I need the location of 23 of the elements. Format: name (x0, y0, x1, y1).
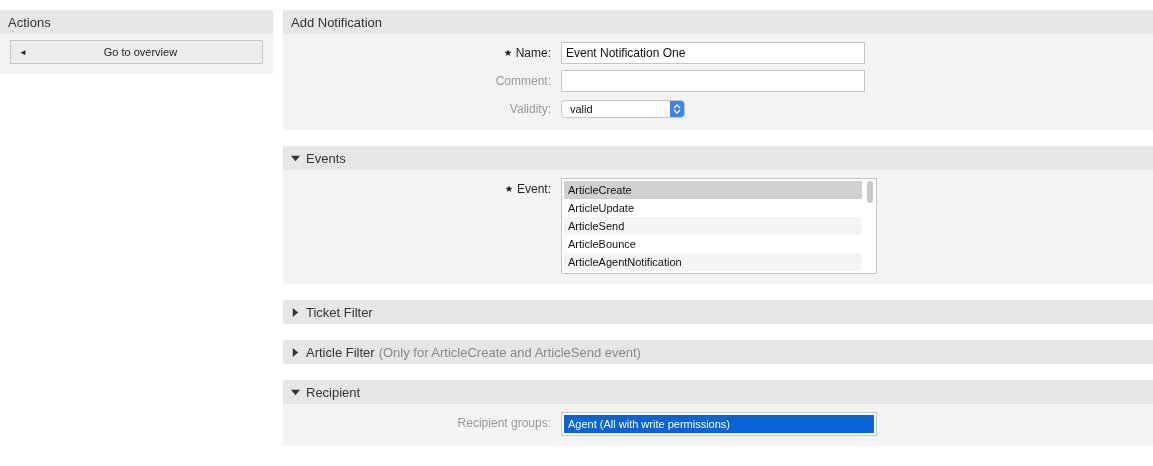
text-field[interactable]: Event Notification One (561, 42, 865, 64)
list-option[interactable]: ArticleAgentNotification (564, 253, 862, 271)
field-label: Name: (515, 46, 551, 60)
field-label: Recipient groups: (457, 416, 551, 430)
list-option[interactable]: ArticleCreate (564, 181, 862, 199)
scrollbar-thumb[interactable] (867, 181, 873, 203)
field-label: Comment: (495, 74, 551, 88)
list-box[interactable]: ArticleCreate ArticleUpdate ArticleSend ArticleBounce ArticleAgentNotification (561, 178, 877, 274)
field-label: Event: (516, 182, 551, 196)
section-header: Add Notification (283, 10, 1153, 34)
list-option[interactable]: ArticleSend (564, 217, 862, 235)
section-header[interactable]: Events (283, 146, 1153, 170)
field-label: Validity: (509, 102, 551, 116)
text-field[interactable] (561, 70, 865, 92)
section-header[interactable]: Ticket Filter (283, 300, 1153, 324)
panel-header: Actions (0, 10, 273, 34)
stepper-icon (670, 101, 684, 117)
list-option[interactable]: ArticleBounce (564, 235, 862, 253)
section-header[interactable]: Article Filter (Only for ArticleCreate and ArticleSend event) (283, 340, 1153, 364)
list-option[interactable]: ArticleUpdate (564, 199, 862, 217)
section-header[interactable]: Recipient (283, 380, 1153, 404)
validity-dropdown[interactable]: valid (561, 100, 685, 118)
overview-button[interactable]: ◄ Go to overview (10, 40, 263, 64)
